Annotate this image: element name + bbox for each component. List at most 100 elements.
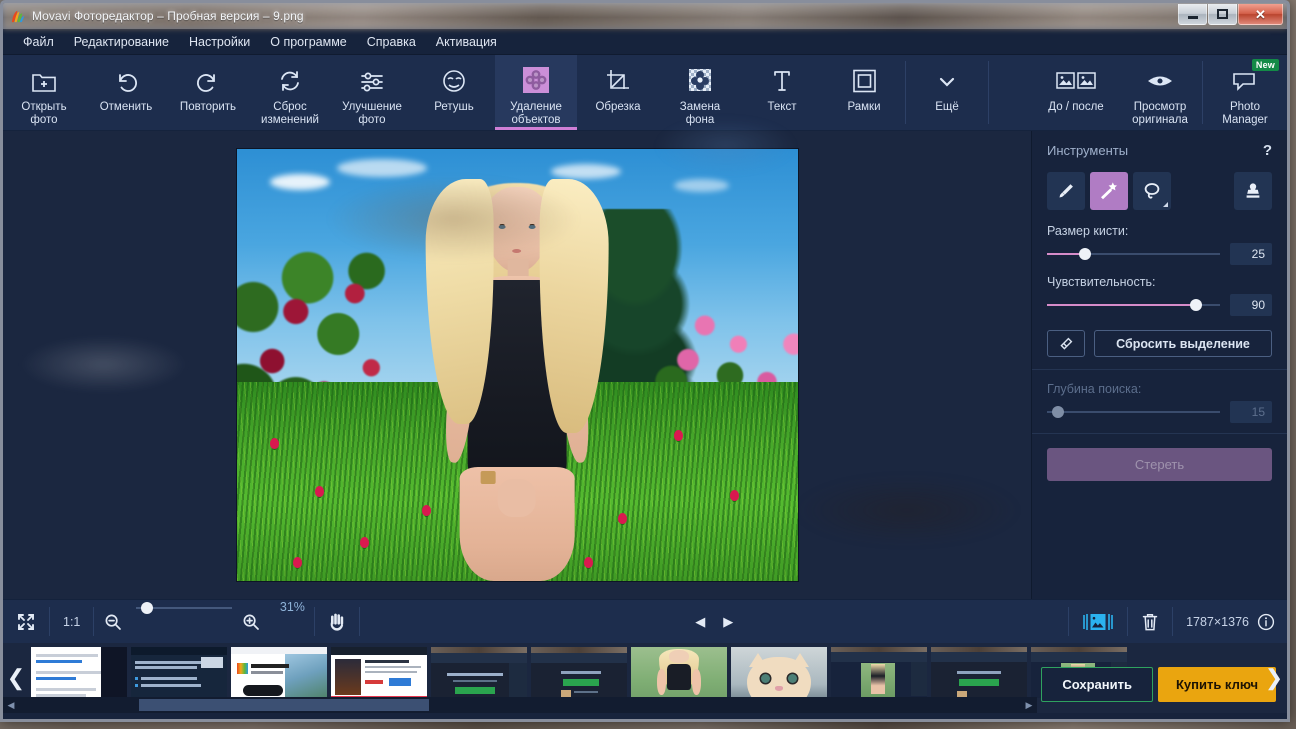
sensitivity-slider[interactable] <box>1047 297 1220 313</box>
minimize-button[interactable] <box>1178 4 1207 25</box>
toolbar-background-label: Замена фона <box>679 101 721 126</box>
toolbar-object-removal[interactable]: Удаление объектов <box>495 55 577 130</box>
hands <box>497 479 537 518</box>
toolbar-frames[interactable]: Рамки <box>823 55 905 130</box>
close-button[interactable]: ✕ <box>1238 4 1283 25</box>
thumbnail-store-page[interactable] <box>331 647 427 709</box>
menu-help[interactable]: Справка <box>357 31 426 53</box>
eraser-button[interactable] <box>1047 330 1085 357</box>
thumbnail-app-dark-3[interactable] <box>931 647 1027 709</box>
thumbnail-app-editor-2[interactable] <box>1031 647 1127 709</box>
toolbar-more[interactable]: Ещё <box>906 55 988 130</box>
slider-fill <box>1047 304 1196 306</box>
menu-file[interactable]: Файл <box>13 31 64 53</box>
eraser-icon <box>1058 336 1074 352</box>
toolbar-undo-label: Отменить <box>99 101 153 113</box>
lasso-expand-corner[interactable] <box>1163 202 1168 207</box>
slider-track <box>1047 411 1220 413</box>
thumbnail-doc-2[interactable] <box>131 647 227 709</box>
reset-selection-button[interactable]: Сбросить выделение <box>1094 330 1272 357</box>
search-depth-value[interactable]: 15 <box>1230 401 1272 423</box>
info-button[interactable] <box>1255 600 1287 643</box>
arm-right <box>553 317 594 464</box>
toolbar-photo-manager[interactable]: New Photo Manager <box>1203 55 1287 130</box>
menu-activation[interactable]: Активация <box>426 31 507 53</box>
erase-button[interactable]: Стереть <box>1047 448 1272 481</box>
filmstrip-next-arrow[interactable]: ❯ <box>1261 643 1287 713</box>
magic-wand-tool[interactable] <box>1090 172 1128 210</box>
hair-front-right <box>539 178 609 433</box>
brush-tool[interactable] <box>1047 172 1085 210</box>
toolbar-text[interactable]: Текст <box>741 55 823 130</box>
slider-knob[interactable] <box>1079 248 1092 260</box>
help-icon[interactable]: ? <box>1263 142 1272 159</box>
tulip <box>421 505 431 517</box>
toolbar-before-after[interactable]: До / после <box>1034 55 1118 130</box>
maximize-button[interactable] <box>1208 4 1237 25</box>
slider-knob[interactable] <box>1189 299 1202 311</box>
toolbar-view-original[interactable]: Просмотр оригинала <box>1118 55 1202 130</box>
zoom-in-button[interactable] <box>240 600 270 643</box>
thumbnail-cat[interactable] <box>731 647 827 709</box>
neck <box>507 259 529 289</box>
zoom-slider[interactable] <box>136 600 233 616</box>
edited-photo[interactable] <box>236 149 798 581</box>
thumbnail-app-dark-2[interactable] <box>531 647 627 709</box>
buy-key-button[interactable]: Купить ключ <box>1157 667 1276 702</box>
photo-pink-blossom-tree <box>646 313 798 469</box>
zoom-level: 31% <box>279 600 305 614</box>
hair-back <box>429 183 605 446</box>
redo-icon <box>194 64 222 98</box>
brush-size-slider[interactable] <box>1047 246 1220 262</box>
toolbar-redo[interactable]: Повторить <box>167 55 249 130</box>
fit-to-screen-button[interactable] <box>3 600 49 643</box>
lasso-tool[interactable] <box>1133 172 1171 210</box>
tulip <box>617 513 627 525</box>
filmstrip-toggle-button[interactable] <box>1069 600 1127 643</box>
thumbnail-app-editor-1[interactable] <box>831 647 927 709</box>
toolbar-enhance-photo[interactable]: Улучшение фото <box>331 55 413 130</box>
zoom-out-button[interactable] <box>94 600 128 643</box>
actual-size-button[interactable]: 1:1 <box>50 600 93 643</box>
save-button[interactable]: Сохранить <box>1041 667 1153 702</box>
next-photo-button[interactable]: ▶ <box>714 600 742 643</box>
filmstrip-prev-arrow[interactable]: ❮ <box>3 643 29 713</box>
toolbar-background-change[interactable]: Замена фона <box>659 55 741 130</box>
menu-settings[interactable]: Настройки <box>179 31 260 53</box>
scrollbar-thumb[interactable] <box>139 699 429 711</box>
scrollbar-rail[interactable] <box>19 698 1021 712</box>
menu-about[interactable]: О программе <box>260 31 356 53</box>
brush-size-value[interactable]: 25 <box>1230 243 1272 265</box>
retouch-face-icon <box>440 64 468 98</box>
menu-edit[interactable]: Редактирование <box>64 31 179 53</box>
prev-photo-button[interactable]: ◀ <box>686 600 714 643</box>
thumbnail-app-dark-1[interactable] <box>431 647 527 709</box>
thumbnail-portrait-blonde[interactable] <box>631 647 727 709</box>
delete-photo-button[interactable] <box>1128 600 1172 643</box>
tulip <box>270 437 280 449</box>
toolbar-redo-label: Повторить <box>179 101 237 113</box>
zoom-slider-knob[interactable] <box>141 602 154 614</box>
slider-knob[interactable] <box>1052 406 1064 418</box>
toolbar-more-label: Ещё <box>935 101 959 113</box>
toolbar-crop[interactable]: Обрезка <box>577 55 659 130</box>
toolbar-retouch[interactable]: Ретушь <box>413 55 495 130</box>
hand-tool-button[interactable] <box>315 600 359 643</box>
slider-track <box>1047 304 1220 306</box>
scroll-right-arrow[interactable]: ▶ <box>1021 700 1037 711</box>
horizontal-scrollbar[interactable]: ◀ ▶ <box>3 697 1037 713</box>
stamp-tool[interactable] <box>1234 172 1272 210</box>
slider-fill <box>1047 253 1086 255</box>
canvas-area[interactable] <box>3 131 1031 599</box>
main-toolbar: Открыть фото Отменить Повторить Сброс из… <box>3 55 1287 131</box>
thumbnail-doc-1[interactable] <box>31 647 127 709</box>
toolbar-reset-changes[interactable]: Сброс изменений <box>249 55 331 130</box>
photo-person-subject <box>422 158 613 581</box>
thumbnail-landing-page[interactable] <box>231 647 327 709</box>
sensitivity-value[interactable]: 90 <box>1230 294 1272 316</box>
toolbar-open-photo[interactable]: Открыть фото <box>3 55 85 130</box>
search-depth-slider[interactable] <box>1047 404 1220 420</box>
maximize-icon <box>1217 9 1228 19</box>
toolbar-undo[interactable]: Отменить <box>85 55 167 130</box>
